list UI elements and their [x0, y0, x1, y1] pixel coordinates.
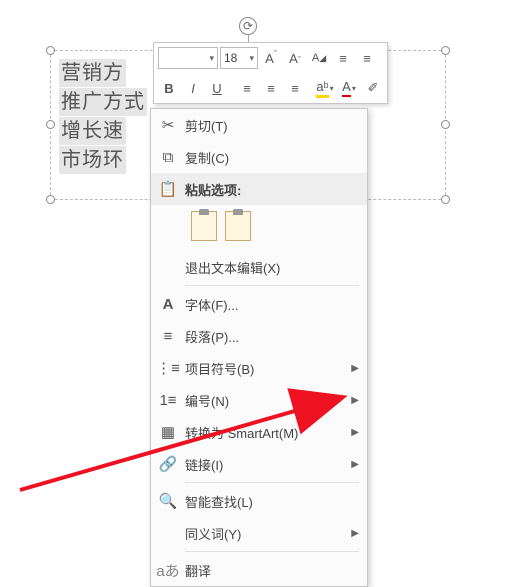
menu-numbering[interactable]: 1≡ 编号(N) ▶	[151, 384, 367, 416]
separator	[185, 482, 359, 483]
text-line: 推广方式	[59, 88, 147, 116]
font-size-combo[interactable]: 18 ▾	[220, 47, 258, 69]
menu-exit-text-edit[interactable]: 退出文本编辑(X)	[151, 251, 367, 283]
submenu-arrow-icon: ▶	[351, 427, 359, 438]
font-size-value: 18	[224, 51, 237, 65]
separator	[185, 285, 359, 286]
smartart-icon: ▦	[151, 423, 185, 441]
highlight-button[interactable]: aᵇ▾	[314, 77, 336, 99]
menu-bullets[interactable]: ⋮≡ 项目符号(B) ▶	[151, 352, 367, 384]
font-family-combo[interactable]: ▾	[158, 47, 218, 69]
menu-synonyms[interactable]: 同义词(Y) ▶	[151, 517, 367, 549]
italic-button[interactable]: I	[182, 77, 204, 99]
underline-button[interactable]: U	[206, 77, 228, 99]
text-line: 市场环	[59, 146, 126, 174]
submenu-arrow-icon: ▶	[351, 395, 359, 406]
resize-handle-tr[interactable]	[441, 46, 450, 55]
paste-option-keep-source[interactable]	[191, 211, 217, 241]
bold-button[interactable]: B	[158, 77, 180, 99]
scissors-icon: ✂	[151, 116, 185, 134]
chevron-down-icon: ▾	[330, 84, 334, 93]
increase-indent-button[interactable]: ≡	[356, 47, 378, 69]
context-menu: ✂ 剪切(T) ⧉ 复制(C) 📋 粘贴选项: 退出文本编辑(X) A 字体(F…	[150, 108, 368, 587]
link-icon: 🔗	[151, 455, 185, 473]
resize-handle-bl[interactable]	[46, 195, 55, 204]
menu-paragraph[interactable]: ≡ 段落(P)...	[151, 320, 367, 352]
paragraph-icon: ≡	[151, 328, 185, 345]
format-painter-button[interactable]: ✐	[362, 77, 384, 99]
clipboard-icon: 📋	[151, 180, 185, 198]
bullets-icon: ⋮≡	[151, 359, 185, 377]
brush-icon: ✐	[368, 80, 379, 96]
change-case-button[interactable]: A◢	[308, 47, 330, 69]
text-line: 增长速	[59, 117, 126, 145]
menu-copy[interactable]: ⧉ 复制(C)	[151, 141, 367, 173]
menu-paste-options-header: 📋 粘贴选项:	[151, 173, 367, 205]
font-icon: A	[151, 296, 185, 313]
resize-handle-br[interactable]	[441, 195, 450, 204]
align-center-button[interactable]: ≡	[260, 77, 282, 99]
copy-icon: ⧉	[151, 149, 185, 166]
submenu-arrow-icon: ▶	[351, 459, 359, 470]
translate-icon: aあ	[151, 560, 185, 581]
font-color-button[interactable]: A▾	[338, 77, 360, 99]
separator	[185, 551, 359, 552]
shrink-font-button[interactable]: Aˇ	[284, 47, 306, 69]
menu-translate[interactable]: aあ 翻译	[151, 554, 367, 586]
submenu-arrow-icon: ▶	[351, 363, 359, 374]
chevron-down-icon: ▾	[249, 53, 254, 64]
resize-handle-mr[interactable]	[441, 120, 450, 129]
chevron-down-icon: ▾	[209, 53, 214, 64]
paste-option-picture[interactable]	[225, 211, 251, 241]
align-right-button[interactable]: ≡	[284, 77, 306, 99]
rotate-handle[interactable]: ⟳	[239, 17, 257, 35]
paste-options-row	[151, 205, 367, 251]
menu-font[interactable]: A 字体(F)...	[151, 288, 367, 320]
align-left-button[interactable]: ≡	[236, 77, 258, 99]
chevron-down-icon: ▾	[352, 84, 356, 93]
search-icon: 🔍	[151, 492, 185, 510]
decrease-indent-button[interactable]: ≡	[332, 47, 354, 69]
resize-handle-tl[interactable]	[46, 46, 55, 55]
menu-smart-lookup[interactable]: 🔍 智能查找(L)	[151, 485, 367, 517]
text-line: 营销方	[59, 59, 126, 87]
menu-convert-smartart[interactable]: ▦ 转换为 SmartArt(M) ▶	[151, 416, 367, 448]
textbox-content[interactable]: 营销方 推广方式 增长速 市场环	[59, 59, 147, 175]
mini-toolbar: ▾ 18 ▾ Aˆ Aˇ A◢ ≡ ≡ B I U ≡ ≡ ≡ aᵇ▾ A▾ ✐	[153, 42, 388, 104]
submenu-arrow-icon: ▶	[351, 528, 359, 539]
menu-cut[interactable]: ✂ 剪切(T)	[151, 109, 367, 141]
menu-link[interactable]: 🔗 链接(I) ▶	[151, 448, 367, 480]
grow-font-button[interactable]: Aˆ	[260, 47, 282, 69]
numbering-icon: 1≡	[151, 392, 185, 409]
resize-handle-ml[interactable]	[46, 120, 55, 129]
